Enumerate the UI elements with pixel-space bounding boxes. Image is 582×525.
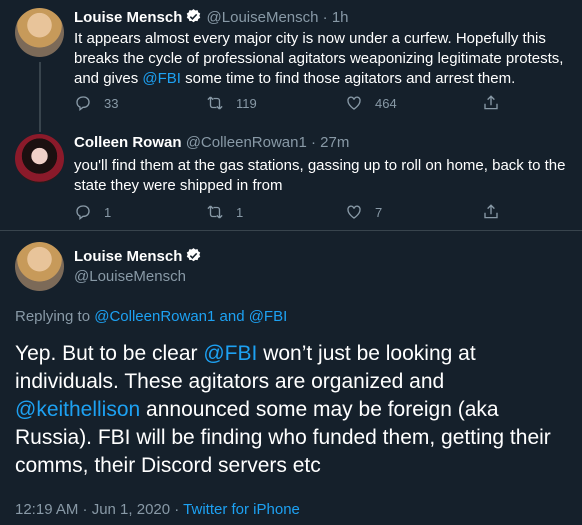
tweet-header: Louise Mensch @LouiseMensch · 1h <box>74 8 349 29</box>
tweet-2[interactable]: Colleen Rowan @ColleenRowan1 · 27m you'l… <box>0 124 582 230</box>
mention-link[interactable]: @FBI <box>203 342 257 365</box>
share-button[interactable] <box>482 203 500 221</box>
reply-icon <box>76 205 90 220</box>
author-name[interactable]: Louise Mensch <box>74 248 182 265</box>
like-button[interactable]: 7 <box>345 203 382 221</box>
author-handle[interactable]: @LouiseMensch <box>74 268 186 285</box>
tweet-text: you'll find them at the gas stations, ga… <box>74 157 566 194</box>
tweet-text-part: some time to find those agitators and ar… <box>180 70 516 87</box>
tweet-header: Colleen Rowan @ColleenRowan1 · 27m <box>74 134 349 151</box>
mention-link[interactable]: @FBI <box>142 70 181 87</box>
tweet-1[interactable]: Louise Mensch @LouiseMensch · 1h It appe… <box>0 0 582 124</box>
tweet-actions: 1 1 7 <box>74 203 514 227</box>
main-tweet: Louise Mensch @LouiseMensch Replying to … <box>0 231 582 525</box>
reply-count: 1 <box>104 204 112 220</box>
share-icon <box>484 204 498 219</box>
verified-badge-icon <box>185 8 202 29</box>
replying-prefix: Replying to <box>15 308 95 325</box>
thread-line <box>39 124 41 132</box>
replying-to-links[interactable]: @ColleenRowan1 and @FBI <box>94 308 287 325</box>
timestamp[interactable]: 12:19 AM · Jun 1, 2020 · <box>15 501 183 518</box>
tweet-header: Louise Mensch <box>74 247 202 268</box>
author-name[interactable]: Louise Mensch <box>74 9 182 26</box>
main-tweet-text: Yep. But to be clear @FBI won’t just be … <box>15 340 570 480</box>
author-handle[interactable]: @ColleenRowan1 <box>186 134 307 151</box>
retweet-count: 119 <box>236 95 257 111</box>
reply-icon <box>76 96 90 111</box>
tweet-time[interactable]: · 27m <box>311 134 349 151</box>
share-button[interactable] <box>482 94 500 112</box>
avatar[interactable] <box>15 242 64 291</box>
retweet-icon <box>207 96 223 110</box>
tweet-actions: 33 119 464 <box>74 94 514 118</box>
tweet-text: It appears almost every major city is no… <box>74 29 574 89</box>
author-name[interactable]: Colleen Rowan <box>74 134 182 151</box>
verified-badge-icon <box>185 247 202 268</box>
tweet-meta: 12:19 AM · Jun 1, 2020 · Twitter for iPh… <box>15 501 300 518</box>
reply-count: 33 <box>104 95 119 111</box>
share-icon <box>484 95 498 110</box>
source-link[interactable]: Twitter for iPhone <box>183 501 300 518</box>
like-count: 7 <box>375 204 383 220</box>
replying-to: Replying to @ColleenRowan1 and @FBI <box>15 308 287 325</box>
author-handle[interactable]: @LouiseMensch <box>207 9 319 26</box>
like-icon <box>347 205 361 219</box>
thread-line <box>39 62 41 124</box>
avatar[interactable] <box>15 134 64 183</box>
retweet-button[interactable]: 119 <box>206 94 257 112</box>
mention-link[interactable]: @keithellison <box>15 398 140 421</box>
retweet-count: 1 <box>236 204 244 220</box>
reply-button[interactable]: 1 <box>74 203 111 221</box>
like-icon <box>347 96 361 110</box>
retweet-icon <box>207 205 223 219</box>
tweet-time[interactable]: · 1h <box>323 9 349 26</box>
avatar[interactable] <box>15 8 64 57</box>
retweet-button[interactable]: 1 <box>206 203 243 221</box>
like-count: 464 <box>375 95 397 111</box>
like-button[interactable]: 464 <box>345 94 397 112</box>
tweet-text-part: Yep. But to be clear <box>15 342 204 365</box>
reply-button[interactable]: 33 <box>74 94 118 112</box>
